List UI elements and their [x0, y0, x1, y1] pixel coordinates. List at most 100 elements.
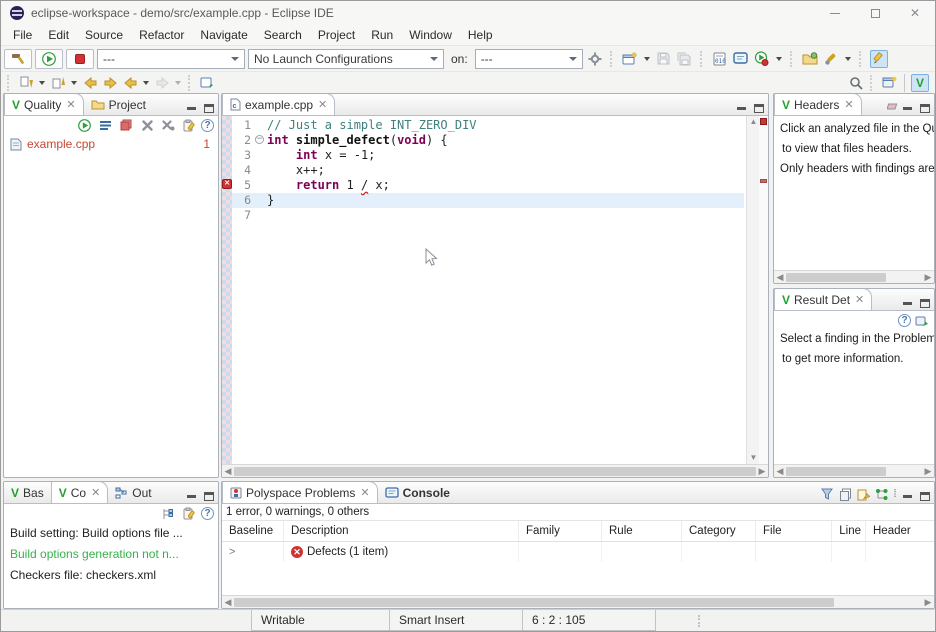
save-icon[interactable] [655, 50, 673, 68]
tab-quality[interactable]: V Quality ✕ [4, 93, 84, 115]
tab-out[interactable]: Out [108, 482, 158, 503]
launch-target-combo[interactable]: --- [475, 49, 583, 69]
copy-icon[interactable] [836, 485, 854, 503]
overview-ruler[interactable] [759, 116, 768, 464]
fold-marker-icon[interactable]: − [255, 135, 264, 144]
scrollbar-thumb[interactable] [786, 467, 886, 476]
external-tools-icon[interactable] [822, 50, 840, 68]
scroll-left-icon[interactable]: ◀ [774, 271, 786, 284]
tab-headers[interactable]: V Headers ✕ [774, 93, 862, 115]
overview-error-mark[interactable] [760, 179, 767, 183]
result-horizontal-scrollbar[interactable]: ◀ ▶ [774, 464, 934, 477]
forward-history-icon[interactable] [153, 74, 171, 92]
save-all-icon[interactable] [676, 50, 694, 68]
editor-horizontal-scrollbar[interactable]: ◀ ▶ [222, 464, 768, 477]
next-annotation-dropdown[interactable] [39, 81, 45, 85]
headers-horizontal-scrollbar[interactable]: ◀ ▶ [774, 270, 934, 283]
edit-config-icon[interactable] [180, 117, 198, 135]
menu-refactor[interactable]: Refactor [131, 26, 192, 44]
tab-console[interactable]: Console [378, 482, 457, 503]
scroll-right-icon[interactable]: ▶ [922, 596, 934, 609]
code-line[interactable]: 6} [232, 193, 744, 208]
launch-config-combo[interactable]: No Launch Configurations [248, 49, 444, 69]
code-line[interactable]: 7 [232, 208, 744, 223]
col-header[interactable]: Header [866, 521, 934, 541]
tab-result-details[interactable]: V Result Det ✕ [774, 288, 872, 310]
problems-row-defects[interactable]: > ✕ Defects (1 item) [222, 542, 934, 562]
menu-edit[interactable]: Edit [40, 26, 77, 44]
col-rule[interactable]: Rule [602, 521, 682, 541]
close-icon[interactable]: ✕ [66, 98, 75, 111]
close-icon[interactable]: ✕ [855, 293, 864, 306]
build-log-icon[interactable]: 010 [711, 50, 729, 68]
minimize-panel-button[interactable] [900, 102, 915, 115]
tree-view-icon[interactable] [159, 505, 177, 523]
col-baseline[interactable]: Baseline [222, 521, 284, 541]
col-category[interactable]: Category [682, 521, 756, 541]
open-resource-icon[interactable] [801, 50, 819, 68]
menu-navigate[interactable]: Navigate [192, 26, 255, 44]
show-log-icon[interactable] [96, 117, 114, 135]
maximize-panel-button[interactable] [201, 490, 216, 503]
maximize-panel-button[interactable] [751, 102, 766, 115]
close-icon[interactable]: ✕ [91, 486, 100, 499]
overview-error-icon[interactable] [760, 118, 767, 125]
external-tools-dropdown[interactable] [845, 57, 851, 61]
code-line[interactable]: 2−int simple_defect(void) { [232, 133, 744, 148]
tab-polyspace-problems[interactable]: Polyspace Problems ✕ [222, 481, 378, 503]
forward-history-dropdown[interactable] [175, 81, 181, 85]
scrollbar-thumb[interactable] [786, 273, 886, 282]
error-marker-icon[interactable]: ✕ [222, 179, 232, 189]
scroll-right-icon[interactable]: ▶ [756, 465, 768, 478]
scrollbar-thumb[interactable] [234, 467, 756, 476]
previous-annotation-dropdown[interactable] [71, 81, 77, 85]
minimize-panel-button[interactable] [900, 297, 915, 310]
new-wizard-dropdown[interactable] [644, 57, 650, 61]
delete-all-icon[interactable] [159, 117, 177, 135]
quality-file-row[interactable]: example.cpp 1 [4, 134, 218, 154]
run-history-icon[interactable] [753, 50, 771, 68]
menu-file[interactable]: File [5, 26, 40, 44]
tab-example-cpp[interactable]: c example.cpp ✕ [222, 93, 335, 115]
col-file[interactable]: File [756, 521, 832, 541]
maximize-panel-button[interactable] [917, 102, 932, 115]
close-icon[interactable]: ✕ [318, 98, 327, 111]
expander-icon[interactable]: > [229, 546, 235, 558]
code-line[interactable]: 5 return 1 / x; [232, 178, 744, 193]
close-icon[interactable]: ✕ [360, 486, 369, 499]
last-edit-back-icon[interactable] [81, 74, 99, 92]
stop-button[interactable] [66, 49, 94, 69]
open-console-icon[interactable] [732, 50, 750, 68]
last-edit-forward-icon[interactable] [101, 74, 119, 92]
scroll-right-icon[interactable]: ▶ [922, 465, 934, 478]
run-analysis-icon[interactable] [75, 117, 93, 135]
edit-config-icon[interactable] [180, 505, 198, 523]
menu-search[interactable]: Search [256, 26, 310, 44]
back-history-icon[interactable] [121, 74, 139, 92]
code-line[interactable]: 1// Just a simple INT_ZERO_DIV [232, 118, 744, 133]
help-icon[interactable]: ? [201, 119, 214, 132]
problems-horizontal-scrollbar[interactable]: ◀ ▶ [222, 595, 934, 608]
maximize-panel-button[interactable] [201, 102, 216, 115]
scroll-right-icon[interactable]: ▶ [922, 271, 934, 284]
launch-settings-gear-icon[interactable] [586, 50, 604, 68]
maximize-panel-button[interactable] [917, 490, 932, 503]
editor-body[interactable]: ✕ 1// Just a simple INT_ZERO_DIV2−int si… [222, 116, 768, 464]
build-config-combo[interactable]: --- [97, 49, 245, 69]
scroll-left-icon[interactable]: ◀ [222, 596, 234, 609]
open-perspective-icon[interactable] [880, 74, 898, 92]
window-maximize-button[interactable] [855, 1, 895, 25]
scroll-left-icon[interactable]: ◀ [222, 465, 234, 478]
view-menu-icon[interactable]: ⁞ [890, 485, 900, 503]
run-button[interactable] [35, 49, 63, 69]
menu-project[interactable]: Project [310, 26, 363, 44]
menu-window[interactable]: Window [401, 26, 460, 44]
polyspace-perspective-button[interactable]: V [911, 74, 929, 92]
code-line[interactable]: 3 int x = -1; [232, 148, 744, 163]
annotation-ruler[interactable]: ✕ [222, 116, 232, 464]
minimize-panel-button[interactable] [184, 102, 199, 115]
maximize-panel-button[interactable] [917, 297, 932, 310]
help-icon[interactable]: ? [201, 507, 214, 520]
code-line[interactable]: 4 x++; [232, 163, 744, 178]
help-icon[interactable]: ? [898, 314, 911, 327]
